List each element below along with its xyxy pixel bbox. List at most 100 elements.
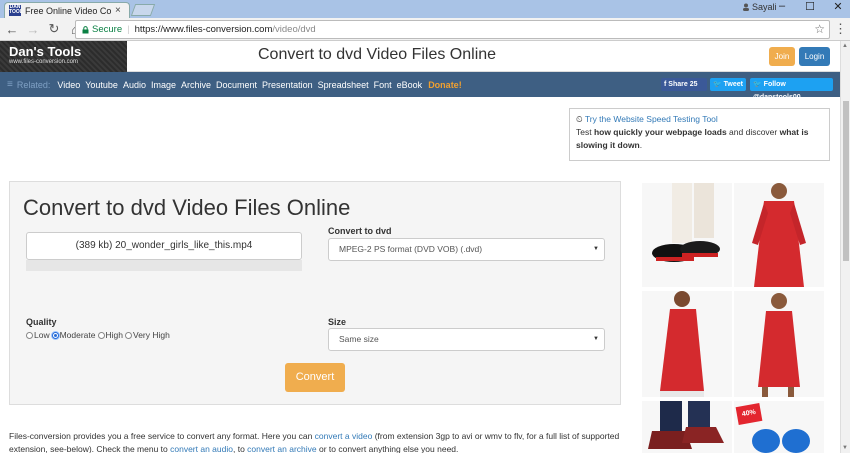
ad-product-red-kurta[interactable]: [642, 291, 732, 397]
site-logo[interactable]: Dan's Tools www.files-conversion.com: [0, 41, 127, 72]
file-upload-box[interactable]: (389 kb) 20_wonder_girls_like_this.mp4: [26, 232, 302, 260]
browser-tab-strip: DANTOOL Free Online Video Conve × Sayali…: [0, 0, 850, 18]
facebook-icon: f: [664, 81, 667, 88]
site-header: Dan's Tools www.files-conversion.com Con…: [0, 41, 840, 72]
reload-icon[interactable]: ↻: [45, 21, 63, 37]
tweet-label: Tweet: [723, 81, 743, 88]
browser-tab[interactable]: DANTOOL Free Online Video Conve ×: [4, 2, 130, 18]
twitter-follow-button[interactable]: 🐦 Follow @danstools00: [750, 78, 833, 101]
secure-label: Secure: [92, 24, 123, 35]
nav-item-image[interactable]: Image: [151, 80, 176, 90]
quality-radio-group: Low Moderate High Very High: [26, 330, 172, 340]
window-controls: – ☐ ✕: [774, 0, 846, 13]
dress-image-icon: [660, 291, 704, 397]
login-button[interactable]: Login: [799, 47, 830, 66]
category-navbar: ≡ Related: Video Youtube Audio Image Arc…: [0, 72, 840, 101]
size-select-value: Same size: [339, 334, 379, 344]
speed-test-promo: ⏲ Try the Website Speed Testing Tool Tes…: [569, 108, 830, 161]
quality-low[interactable]: Low: [26, 330, 50, 340]
convert-button[interactable]: Convert: [285, 363, 345, 392]
bookmark-star-icon[interactable]: ☆: [814, 22, 825, 36]
ad-product-shoes[interactable]: [642, 183, 732, 287]
radio-icon[interactable]: [125, 331, 132, 339]
logo-subtitle: www.files-conversion.com: [9, 59, 79, 65]
nav-item-archive[interactable]: Archive: [181, 80, 211, 90]
favicon-icon: DAN TOOL: [9, 4, 23, 16]
profile-name: Sayali: [752, 2, 777, 12]
user-icon: [743, 3, 749, 11]
tweet-button[interactable]: 🐦 Tweet: [710, 78, 746, 91]
nav-item-spreadsheet[interactable]: Spreadsheet: [318, 80, 369, 90]
chevron-down-icon: ▼: [593, 336, 599, 342]
size-label: Size: [328, 317, 347, 327]
advertisement[interactable]: ▷ ✕: [640, 181, 826, 453]
address-bar[interactable]: Secure | https://www.files-conversion.co…: [75, 20, 830, 39]
donate-link[interactable]: Donate!: [428, 80, 462, 90]
dress-image-icon: [752, 183, 806, 287]
convert-to-label: Convert to dvd: [328, 226, 392, 236]
quality-very-high[interactable]: Very High: [125, 330, 170, 340]
radio-icon[interactable]: [97, 331, 105, 339]
format-select-value: MPEG-2 PS format (DVD VOB) (.dvd): [339, 244, 483, 254]
close-window-icon[interactable]: ✕: [830, 0, 846, 13]
shoe-image-icon: [652, 183, 720, 262]
share-label: Share 25: [668, 81, 698, 88]
url-path: /video/dvd: [272, 24, 316, 35]
speedometer-icon: ⏲: [576, 114, 583, 124]
speed-test-text: Test how quickly your webpage loads and …: [576, 127, 809, 150]
logo-title: Dan's Tools: [9, 44, 82, 59]
nav-item-audio[interactable]: Audio: [123, 80, 146, 90]
facebook-share-button[interactable]: f Share 25: [661, 78, 707, 91]
ad-product-red-top[interactable]: [734, 183, 824, 287]
nav-item-document[interactable]: Document: [216, 80, 257, 90]
ad-product-red-dress[interactable]: [734, 291, 824, 397]
browser-toolbar: ← → ↻ ⌂ Secure | https://www.files-conve…: [0, 18, 850, 41]
quality-high[interactable]: High: [97, 330, 123, 340]
scroll-thumb[interactable]: [843, 101, 849, 261]
url-host: https://www.files-conversion.com: [134, 24, 273, 35]
nav-item-youtube[interactable]: Youtube: [85, 80, 118, 90]
secure-indicator[interactable]: Secure: [82, 24, 122, 35]
back-icon[interactable]: ←: [3, 22, 21, 37]
maximize-icon[interactable]: ☐: [802, 0, 818, 13]
nav-item-video[interactable]: Video: [57, 80, 80, 90]
converter-title: Convert to dvd Video Files Online: [23, 195, 351, 220]
radio-checked-icon[interactable]: [51, 331, 59, 339]
radio-icon[interactable]: [26, 331, 33, 339]
boot-image-icon: [648, 401, 724, 449]
convert-video-link[interactable]: convert a video: [315, 431, 373, 441]
twitter-follow-icon: 🐦: [753, 81, 762, 88]
nav-related-label: Related:: [16, 79, 51, 90]
nav-item-presentation[interactable]: Presentation: [262, 80, 313, 90]
url-separator: |: [127, 24, 130, 35]
join-button[interactable]: Join: [769, 47, 795, 66]
nav-item-font[interactable]: Font: [374, 80, 392, 90]
new-tab-button[interactable]: [130, 4, 156, 16]
chevron-down-icon: ▼: [593, 246, 599, 252]
upload-progress-bar: [26, 260, 302, 271]
profile-button[interactable]: Sayali: [742, 2, 777, 12]
page-title: Convert to dvd Video Files Online: [258, 46, 497, 63]
page-scrollbar[interactable]: ▲ ▼: [840, 41, 850, 453]
convert-audio-link[interactable]: convert an audio: [170, 444, 233, 453]
lock-icon: [82, 25, 89, 33]
menu-icon[interactable]: ≡: [7, 79, 13, 90]
description-text: Files-conversion provides you a free ser…: [9, 431, 620, 453]
converter-panel: Convert to dvd Video Files Online (389 k…: [9, 181, 621, 405]
scroll-down-icon[interactable]: ▼: [842, 445, 848, 451]
ad-product-boots[interactable]: [642, 401, 732, 453]
speed-test-link[interactable]: Try the Website Speed Testing Tool: [585, 114, 718, 124]
forward-icon[interactable]: →: [24, 22, 42, 37]
twitter-icon: 🐦: [713, 81, 722, 88]
scroll-up-icon[interactable]: ▲: [842, 43, 848, 49]
minimize-icon[interactable]: –: [774, 0, 790, 13]
size-select[interactable]: Same size ▼: [328, 328, 605, 351]
tab-close-icon[interactable]: ×: [115, 5, 121, 16]
dress-image-icon: [758, 293, 800, 397]
nav-item-ebook[interactable]: eBook: [397, 80, 423, 90]
tab-title: Free Online Video Conve: [25, 5, 111, 16]
browser-menu-icon[interactable]: ⋮: [834, 21, 847, 37]
quality-moderate[interactable]: Moderate: [51, 330, 96, 340]
convert-archive-link[interactable]: convert an archive: [247, 444, 316, 453]
format-select[interactable]: MPEG-2 PS format (DVD VOB) (.dvd) ▼: [328, 238, 605, 261]
